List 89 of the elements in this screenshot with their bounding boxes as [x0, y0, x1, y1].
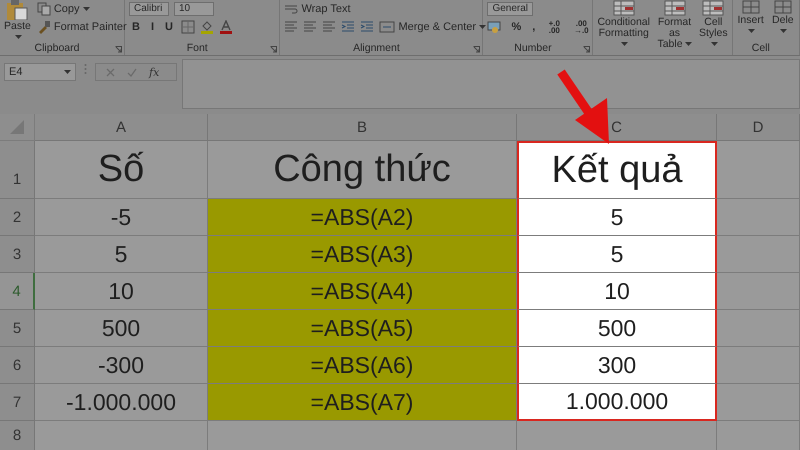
- caret-icon: [621, 42, 628, 46]
- column-header[interactable]: D: [717, 114, 800, 141]
- table-grid-icon: [774, 0, 792, 14]
- toolbar-button[interactable]: .00 →.0: [570, 20, 592, 34]
- table-cell: Kết quả: [517, 141, 717, 199]
- dialog-launcher-icon[interactable]: [583, 46, 590, 53]
- table-cell: Số: [35, 141, 208, 199]
- row-header[interactable]: 5: [0, 310, 35, 347]
- toolbar-button[interactable]: ,: [529, 21, 538, 33]
- ribbon-button[interactable]: Format Painter: [36, 20, 127, 34]
- caret-icon: [479, 25, 486, 29]
- toolbar-button[interactable]: U: [162, 21, 176, 33]
- table-styles-icon: [664, 0, 686, 16]
- toolbar-button[interactable]: I: [148, 21, 158, 33]
- row-header[interactable]: 6: [0, 347, 35, 384]
- table-cell: 5: [517, 199, 717, 236]
- row-header[interactable]: 7: [0, 384, 35, 421]
- ribbon-button[interactable]: Wrap Text: [284, 3, 351, 15]
- grip-icon: [84, 63, 87, 75]
- indent-icon[interactable]: [341, 21, 356, 33]
- ribbon-button[interactable]: Paste: [4, 0, 31, 43]
- group-label: Clipboard: [34, 42, 80, 55]
- column-header[interactable]: B: [208, 114, 517, 141]
- column-header[interactable]: A: [35, 114, 208, 141]
- caret-icon: [64, 70, 71, 74]
- cancel-icon[interactable]: [106, 68, 115, 76]
- indent-icon[interactable]: [360, 21, 374, 33]
- align-icon[interactable]: [284, 21, 298, 33]
- checkmark-icon[interactable]: [127, 68, 137, 76]
- table-cell: 1.000.000: [517, 384, 717, 421]
- caret-icon: [82, 7, 90, 11]
- group-label: Cell: [752, 42, 770, 55]
- ribbon-button[interactable]: Insert: [736, 0, 765, 37]
- dialog-launcher-icon[interactable]: [270, 46, 278, 53]
- dropdown-field[interactable]: Calibri: [129, 2, 169, 16]
- row-header[interactable]: 8: [0, 421, 35, 450]
- caret-icon: [14, 35, 22, 40]
- caret-icon: [780, 29, 788, 34]
- table-cell: 10: [517, 273, 717, 310]
- ribbon-button[interactable]: Format as Table: [656, 0, 694, 50]
- merge-cells-icon: [379, 21, 396, 33]
- dialog-launcher-icon[interactable]: [115, 46, 122, 53]
- table-cell: =ABS(A3): [208, 236, 517, 273]
- dropdown-field[interactable]: General: [487, 2, 534, 16]
- table-cell: =ABS(A2): [208, 199, 517, 236]
- table-cell: 500: [517, 310, 717, 347]
- table-cell: 300: [517, 347, 717, 384]
- row-header[interactable]: 1: [0, 141, 35, 199]
- copy-icon: [36, 2, 51, 16]
- dialog-launcher-icon[interactable]: [473, 46, 480, 53]
- insert-function-button[interactable]: fx: [149, 66, 160, 78]
- table-cell: =ABS(A7): [208, 384, 517, 421]
- caret-icon: [748, 29, 756, 34]
- table-cell: =ABS(A4): [208, 273, 517, 310]
- align-icon[interactable]: [322, 21, 336, 33]
- group-label: Alignment: [353, 42, 400, 55]
- toolbar-button[interactable]: +.0 .00: [543, 20, 566, 34]
- name-box[interactable]: E4: [4, 63, 76, 81]
- wrap-text-icon: [284, 4, 298, 14]
- table-styles-icon: [702, 0, 724, 16]
- dropdown-field[interactable]: 10: [174, 2, 214, 16]
- ribbon-button[interactable]: Merge & Center: [379, 21, 486, 33]
- caret-icon: [684, 42, 692, 46]
- cell-reference: E4: [9, 66, 22, 78]
- paintbrush-icon: [36, 20, 51, 34]
- toolbar-button[interactable]: %: [508, 21, 524, 33]
- toolbar-button[interactable]: B: [129, 21, 143, 33]
- ribbon-button[interactable]: Dele: [770, 0, 795, 37]
- table-cell: =ABS(A5): [208, 310, 517, 347]
- caret-icon: [710, 42, 718, 46]
- row-header[interactable]: 4: [0, 273, 35, 310]
- ribbon-button[interactable]: Copy: [36, 2, 90, 16]
- ribbon-button[interactable]: Cell Styles: [699, 0, 728, 50]
- paint-bucket-icon[interactable]: [200, 20, 214, 34]
- align-icon[interactable]: [303, 21, 318, 33]
- formula-input[interactable]: [182, 59, 800, 109]
- table-cell: =ABS(A6): [208, 347, 517, 384]
- font-color-icon[interactable]: [218, 20, 233, 34]
- table-styles-icon: [612, 0, 635, 16]
- borders-icon[interactable]: [180, 20, 195, 34]
- column-header[interactable]: C: [517, 114, 717, 141]
- table-grid-icon: [742, 0, 760, 14]
- banknote-icon[interactable]: [487, 20, 504, 34]
- table-cell: 5: [517, 236, 717, 273]
- row-header[interactable]: 2: [0, 199, 35, 236]
- group-label: Font: [186, 42, 208, 55]
- group-label: Number: [514, 42, 552, 55]
- ribbon-button[interactable]: Conditional Formatting: [597, 0, 650, 50]
- row-header[interactable]: 3: [0, 236, 35, 273]
